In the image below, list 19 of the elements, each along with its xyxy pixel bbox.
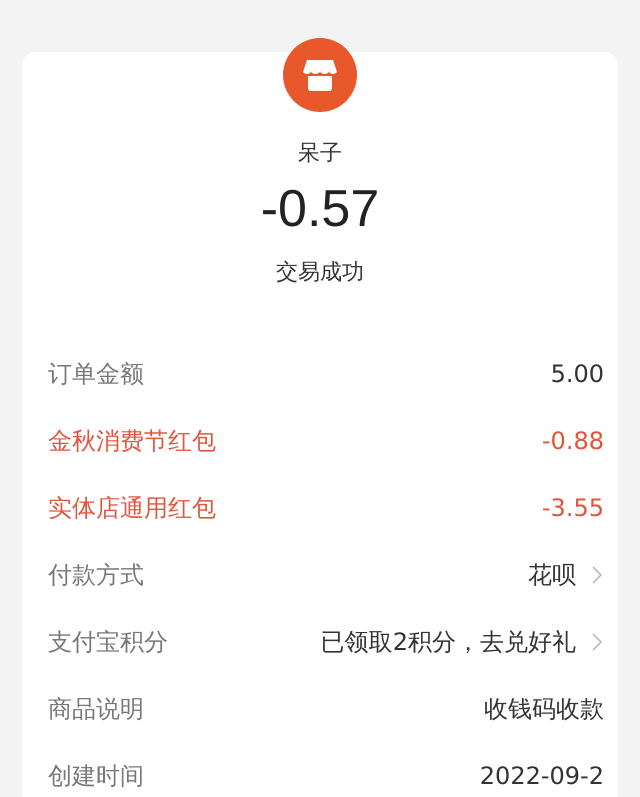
chevron-right-icon[interactable] <box>592 632 602 650</box>
row-value[interactable]: 已领取2积分，去兑好礼 <box>320 626 576 658</box>
row-value: 2022-09-2 <box>480 762 604 790</box>
row-value[interactable]: 花呗 <box>528 558 576 590</box>
row-value: 5.00 <box>550 360 604 388</box>
row-label: 支付宝积分 <box>48 626 168 658</box>
merchant-name: 呆子 <box>298 140 342 168</box>
row-label: 创建时间 <box>48 760 144 792</box>
row-label: 付款方式 <box>48 560 144 590</box>
row-label: 实体店通用红包 <box>48 492 216 524</box>
row-label: 金秋消费节红包 <box>48 426 216 456</box>
row-value: -3.55 <box>542 494 604 522</box>
status-text: 交易成功 <box>276 259 364 287</box>
row-label: 订单金额 <box>48 358 144 390</box>
row-label: 商品说明 <box>48 694 144 724</box>
row-value: -0.88 <box>542 426 604 454</box>
row-value: 收钱码收款 <box>484 694 604 724</box>
chevron-right-icon[interactable] <box>592 566 602 584</box>
amount: -0.57 <box>260 179 380 239</box>
